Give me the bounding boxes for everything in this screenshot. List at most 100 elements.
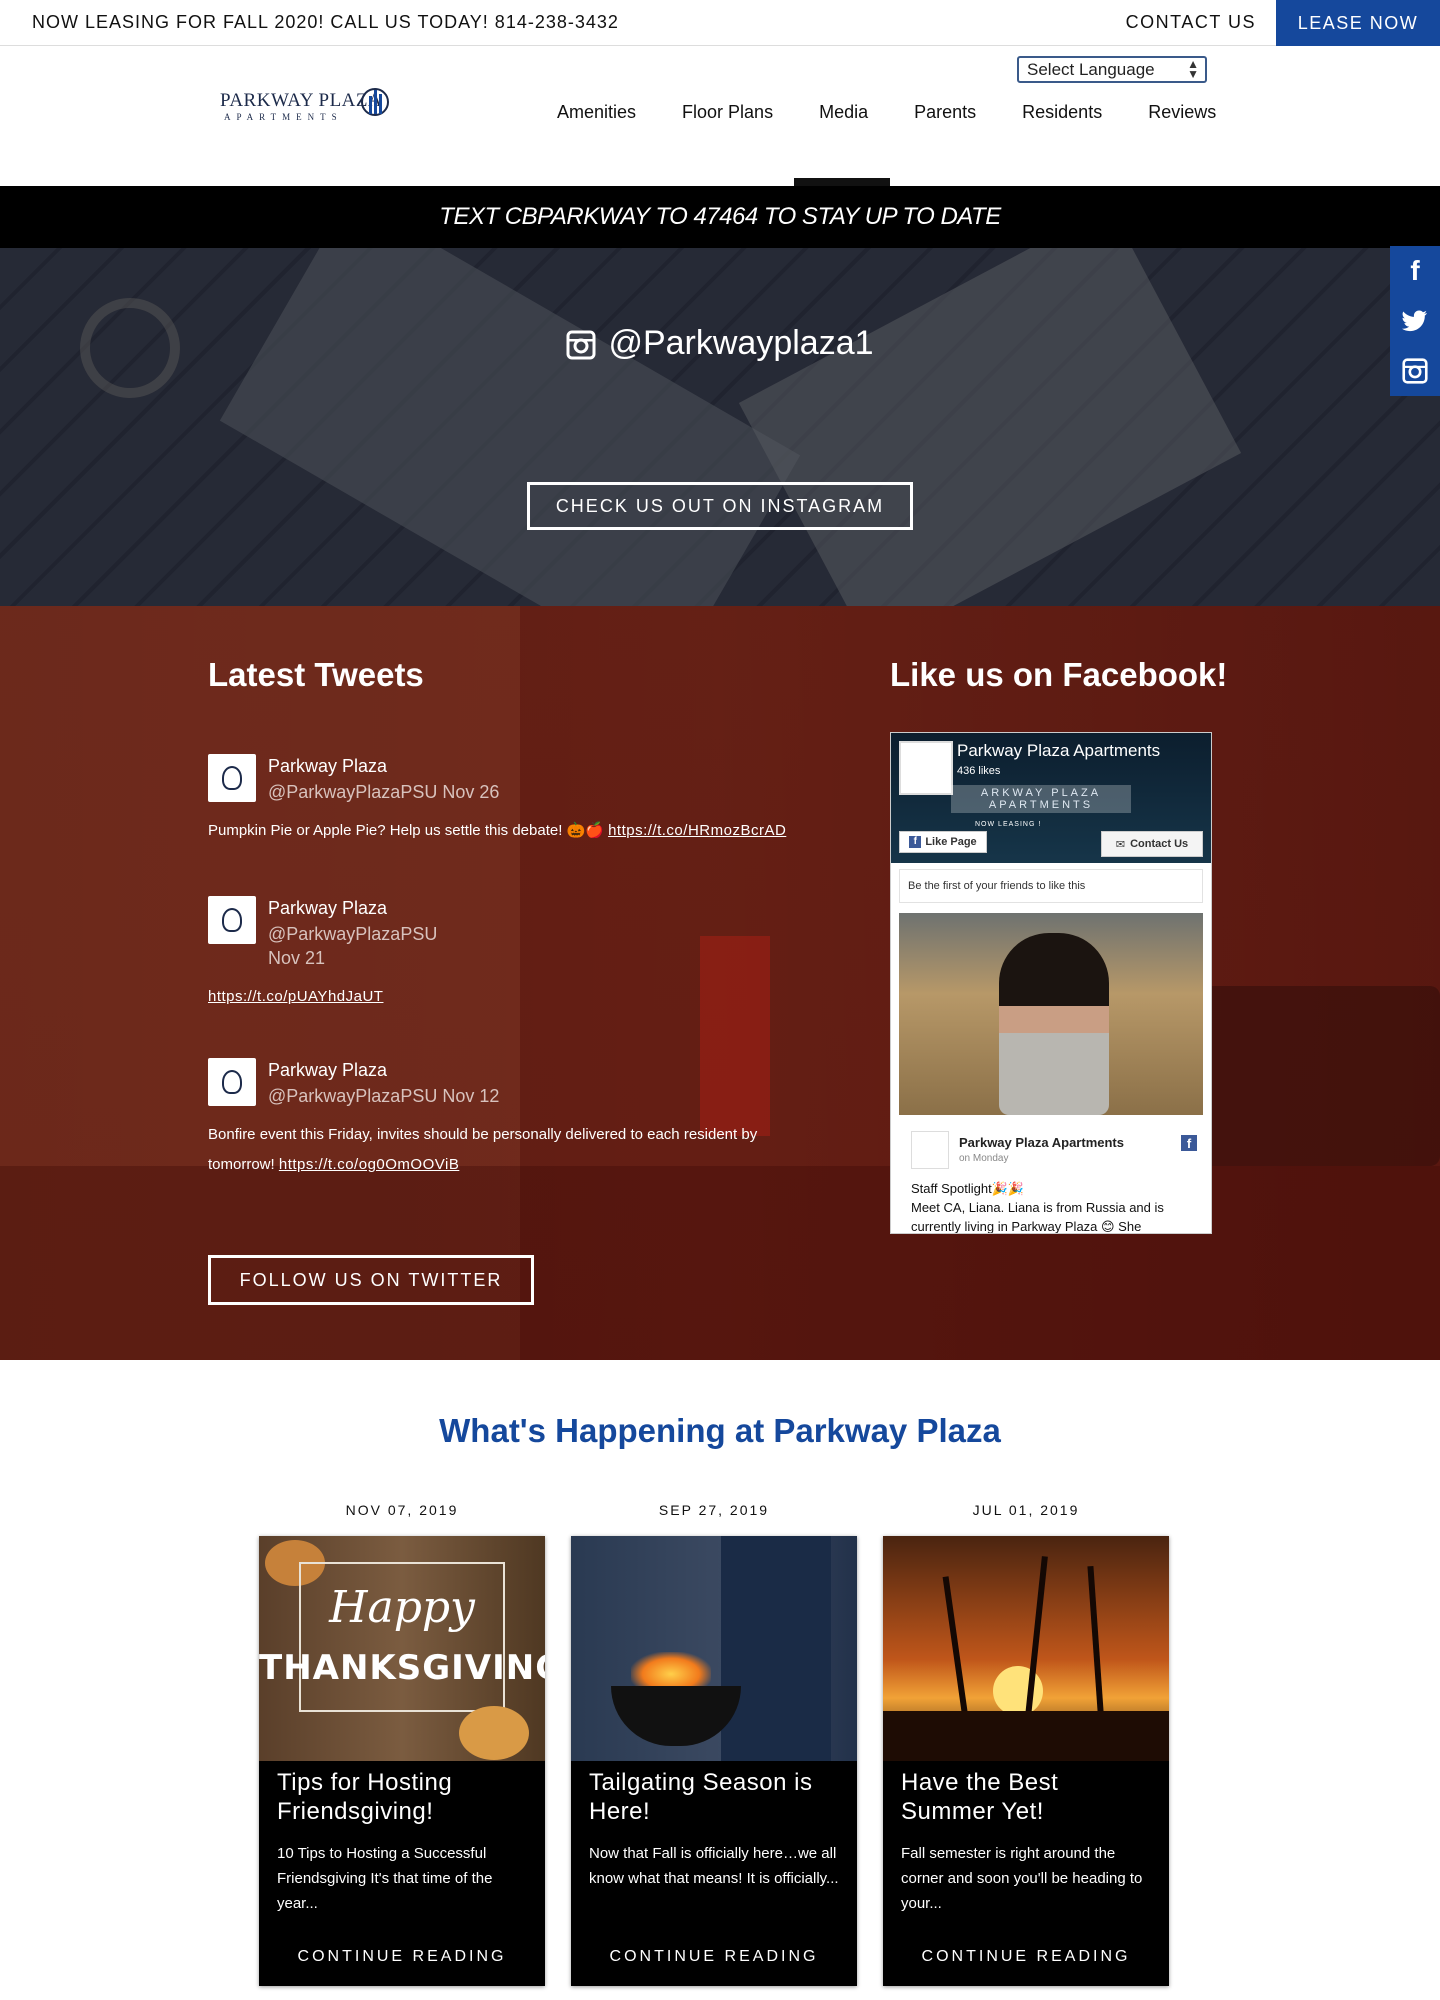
nav-floor-plans[interactable]: Floor Plans <box>682 102 773 123</box>
blog-post-date: JUL 01, 2019 <box>972 1502 1080 1518</box>
facebook-title: Like us on Facebook! <box>890 656 1228 693</box>
staff-photo-person <box>999 933 1109 1115</box>
like-button-label: Like Page <box>925 836 977 848</box>
facebook-friends-text: Be the first of your friends to like thi… <box>899 869 1203 903</box>
facebook-post-time[interactable]: on Monday <box>959 1153 1008 1164</box>
social-feeds-section: Latest Tweets Parkway Plaza @ParkwayPlaz… <box>0 606 1440 1360</box>
palm-tree-shape <box>942 1576 970 1726</box>
tweet-date: Nov 21 <box>268 948 326 968</box>
tweet-user[interactable]: Parkway Plaza <box>268 898 387 919</box>
facebook-likes-count: 436 likes <box>957 765 1001 777</box>
blog-section-title: What's Happening at Parkway Plaza <box>439 1412 1001 1449</box>
tweet-item: Parkway Plaza @ParkwayPlazaPSU Nov 21 ht… <box>208 896 848 1016</box>
blog-card-excerpt: Now that Fall is officially here…we all … <box>589 1845 839 1887</box>
contact-us-link[interactable]: CONTACT US <box>1126 12 1256 33</box>
aerial-building-shape <box>219 248 801 606</box>
site-header: Select Language ▲ ▼ PARKWAY PLAZA APARTME… <box>0 46 1440 186</box>
twitter-avatar[interactable] <box>208 754 256 802</box>
facebook-like-button[interactable]: f Like Page <box>899 831 987 853</box>
active-nav-indicator <box>794 178 890 186</box>
blog-card-title[interactable]: Tailgating Season is Here! <box>589 1768 843 1826</box>
twitter-avatar[interactable] <box>208 1058 256 1106</box>
blog-post-date: NOV 07, 2019 <box>345 1502 459 1518</box>
instagram-handle[interactable]: @Parkwayplaza1 <box>0 324 1440 363</box>
tweet-user[interactable]: Parkway Plaza <box>268 1060 387 1081</box>
aerial-building-shape <box>738 248 1242 606</box>
tweet-item: Parkway Plaza @ParkwayPlazaPSU Nov 12 Bo… <box>208 1058 848 1198</box>
facebook-widget: Parkway Plaza Apartments 436 likes ARKWA… <box>890 732 1212 1234</box>
blog-post-date: SEP 27, 2019 <box>658 1502 770 1518</box>
lease-now-button[interactable]: LEASE NOW <box>1276 0 1440 46</box>
social-side-bar: f <box>1390 246 1440 396</box>
continue-reading-link[interactable]: CONTINUE READING <box>259 1948 545 1966</box>
blog-card-title[interactable]: Tips for Hosting Friendsgiving! <box>277 1768 531 1826</box>
blog-card[interactable]: Have the Best Summer Yet! Fall semester … <box>883 1536 1169 1986</box>
facebook-page-avatar[interactable] <box>899 741 953 795</box>
facebook-post-header: Parkway Plaza Apartments on Monday f <box>899 1125 1203 1175</box>
image-text-happy: Happy <box>329 1582 475 1633</box>
tweet-link[interactable]: https://t.co/HRmozBcrAD <box>608 822 786 839</box>
language-select[interactable]: Select Language ▲ ▼ <box>1017 56 1207 83</box>
facebook-post-page-name[interactable]: Parkway Plaza Apartments <box>959 1135 1124 1150</box>
tweet-body: Bonfire event this Friday, invites shoul… <box>208 1120 757 1180</box>
twitter-avatar[interactable] <box>208 896 256 944</box>
logo-icon <box>222 766 242 790</box>
logo-building-icon <box>361 88 389 116</box>
tweet-text: tomorrow! <box>208 1156 275 1173</box>
continue-reading-link[interactable]: CONTINUE READING <box>571 1948 857 1966</box>
contact-button-label: Contact Us <box>1130 838 1189 850</box>
blog-card-excerpt: 10 Tips to Hosting a Successful Friendsg… <box>277 1845 493 1912</box>
facebook-page-name[interactable]: Parkway Plaza Apartments <box>957 741 1160 761</box>
blog-card-title[interactable]: Have the Best Summer Yet! <box>901 1768 1155 1826</box>
facebook-icon[interactable]: f <box>1390 246 1440 296</box>
blog-card-image[interactable]: Happy THANKSGIVING <box>259 1536 545 1761</box>
twitter-icon[interactable] <box>1390 296 1440 346</box>
facebook-post-line: Meet CA, Liana. Liana is from Russia and… <box>911 1200 1164 1215</box>
text-alert-banner: TEXT CBPARKWAY TO 47464 TO STAY UP TO DA… <box>0 186 1440 248</box>
nav-reviews[interactable]: Reviews <box>1148 102 1216 123</box>
select-arrows-icon: ▲ ▼ <box>1187 57 1199 81</box>
continue-reading-link[interactable]: CONTINUE READING <box>883 1948 1169 1966</box>
lounge-background <box>1180 986 1440 1166</box>
main-nav: Amenities Floor Plans Media Parents Resi… <box>557 102 1216 123</box>
instagram-handle-text: @Parkwayplaza1 <box>608 324 874 362</box>
blog-card[interactable]: Happy THANKSGIVING Tips for Hosting Frie… <box>259 1536 545 1986</box>
nav-media[interactable]: Media <box>819 102 868 123</box>
tweet-link[interactable]: https://t.co/og0OmOOViB <box>279 1156 459 1173</box>
apron-shape <box>721 1536 831 1761</box>
nav-parents[interactable]: Parents <box>914 102 976 123</box>
facebook-post-photo[interactable] <box>899 913 1203 1115</box>
logo-icon <box>222 1070 242 1094</box>
facebook-cover-leasing: NOW LEASING ! <box>975 821 1042 828</box>
instagram-icon[interactable] <box>1390 346 1440 396</box>
facebook-post-text: Staff Spotlight🎉🎉 Meet CA, Liana. Liana … <box>911 1179 1201 1234</box>
facebook-contact-button[interactable]: ✉ Contact Us <box>1101 831 1203 857</box>
palm-tree-shape <box>1087 1565 1105 1727</box>
tweet-user[interactable]: Parkway Plaza <box>268 756 387 777</box>
envelope-icon: ✉ <box>1115 838 1126 851</box>
tweet-body: Pumpkin Pie or Apple Pie? Help us settle… <box>208 816 786 846</box>
follow-twitter-button[interactable]: FOLLOW US ON TWITTER <box>208 1255 534 1305</box>
tweet-handle-date: @ParkwayPlazaPSU Nov 26 <box>268 782 500 802</box>
logo-subtitle: APARTMENTS <box>224 112 343 122</box>
facebook-post-avatar[interactable] <box>911 1131 949 1169</box>
tweet-body: https://t.co/pUAYhdJaUT <box>208 982 383 1012</box>
blog-card-image[interactable] <box>883 1536 1169 1761</box>
blog-card[interactable]: Tailgating Season is Here! Now that Fall… <box>571 1536 857 1986</box>
latest-tweets-title: Latest Tweets <box>208 656 424 693</box>
top-bar: NOW LEASING FOR FALL 2020! CALL US TODAY… <box>0 0 1440 46</box>
leasing-announcement: NOW LEASING FOR FALL 2020! CALL US TODAY… <box>32 12 619 32</box>
tweet-link[interactable]: https://t.co/pUAYhdJaUT <box>208 988 383 1005</box>
tweet-item: Parkway Plaza @ParkwayPlazaPSU Nov 26 Pu… <box>208 754 848 854</box>
facebook-post-line: Staff Spotlight🎉🎉 <box>911 1181 1025 1196</box>
blog-card-image[interactable] <box>571 1536 857 1761</box>
nav-residents[interactable]: Residents <box>1022 102 1102 123</box>
site-logo[interactable]: PARKWAY PLAZA APARTMENTS <box>220 80 390 128</box>
instagram-button[interactable]: CHECK US OUT ON INSTAGRAM <box>527 482 913 530</box>
image-text-thanksgiving: THANKSGIVING <box>259 1648 545 1688</box>
facebook-post-line: currently living in Parkway Plaza 😊 She <box>911 1219 1142 1234</box>
nav-amenities[interactable]: Amenities <box>557 102 636 123</box>
beach-silhouette <box>883 1711 1169 1761</box>
facebook-icon[interactable]: f <box>1181 1135 1197 1151</box>
tweet-text: Bonfire event this Friday, invites shoul… <box>208 1126 758 1143</box>
